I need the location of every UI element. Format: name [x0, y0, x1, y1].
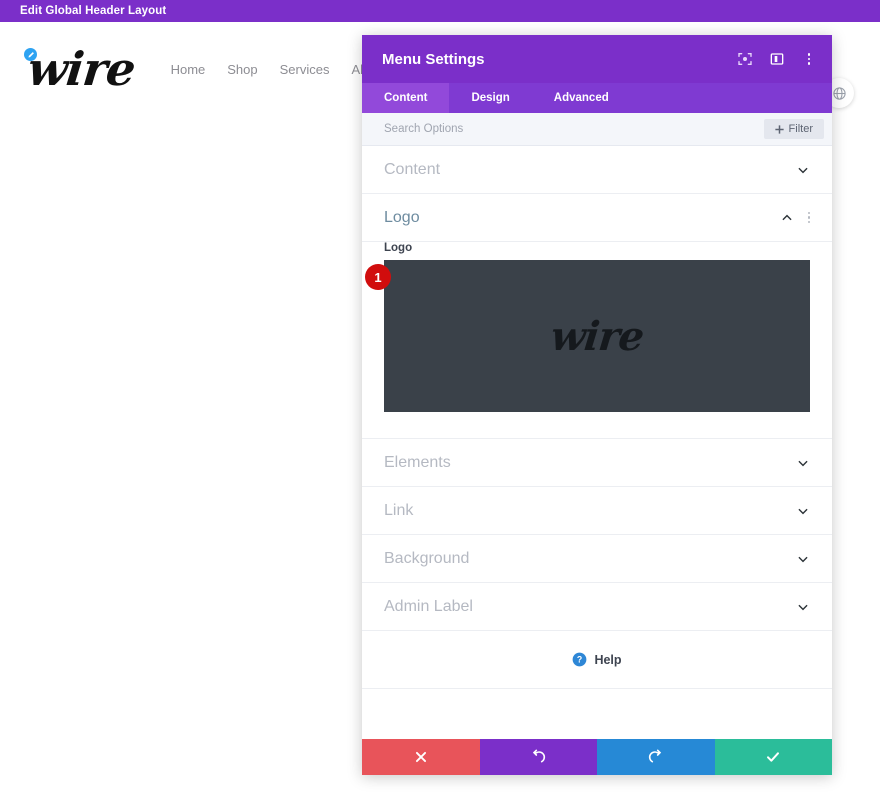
- logo-preview-text: wire: [548, 312, 646, 360]
- section-elements-label: Elements: [384, 453, 451, 471]
- chevron-down-icon[interactable]: [796, 600, 810, 614]
- svg-text:?: ?: [577, 655, 582, 665]
- admin-bar: Edit Global Header Layout: [0, 0, 880, 22]
- chevron-down-icon[interactable]: [796, 456, 810, 470]
- section-background-label: Background: [384, 549, 470, 567]
- nav-item-services[interactable]: Services: [280, 62, 330, 77]
- modal-tabs: Content Design Advanced: [362, 83, 832, 113]
- nav-item-home[interactable]: Home: [171, 62, 206, 77]
- modal-footer: [362, 739, 832, 775]
- chevron-down-icon[interactable]: [796, 552, 810, 566]
- section-link-label: Link: [384, 501, 414, 519]
- chevron-down-icon[interactable]: [796, 504, 810, 518]
- undo-button[interactable]: [479, 739, 597, 775]
- section-content[interactable]: Content: [362, 146, 832, 194]
- section-logo-kebab-icon[interactable]: [807, 211, 810, 224]
- kebab-menu-icon[interactable]: [800, 50, 818, 68]
- menu-settings-modal: Menu Settings Content Design Advanced Se…: [362, 35, 832, 775]
- plus-icon: [774, 124, 784, 134]
- undo-arrow-icon: [533, 749, 546, 763]
- site-logo-text: wire: [25, 42, 138, 96]
- modal-body: Content Logo Logo 1 wire Elements Link B…: [362, 146, 832, 739]
- modal-header-actions: [736, 50, 818, 68]
- filter-label: Filter: [788, 123, 813, 135]
- tab-advanced[interactable]: Advanced: [532, 83, 631, 113]
- logo-section-body: Logo 1 wire: [362, 242, 832, 439]
- nav-item-shop[interactable]: Shop: [227, 62, 257, 77]
- step-badge: 1: [365, 264, 391, 290]
- section-admin-label-label: Admin Label: [384, 597, 473, 615]
- search-input[interactable]: Search Options: [384, 123, 764, 135]
- help-circle-icon: ?: [573, 652, 587, 667]
- section-link[interactable]: Link: [362, 487, 832, 535]
- save-button[interactable]: [714, 739, 832, 775]
- cancel-button[interactable]: [362, 739, 480, 775]
- section-background[interactable]: Background: [362, 535, 832, 583]
- search-bar: Search Options Filter: [362, 113, 832, 146]
- help-label: Help: [594, 652, 622, 667]
- tab-content[interactable]: Content: [362, 83, 450, 113]
- admin-bar-title: Edit Global Header Layout: [20, 5, 167, 17]
- redo-button[interactable]: [597, 739, 715, 775]
- tab-design[interactable]: Design: [449, 83, 531, 113]
- modal-header: Menu Settings: [362, 35, 832, 83]
- focus-target-icon[interactable]: [736, 50, 754, 68]
- chevron-up-icon[interactable]: [780, 211, 794, 225]
- pencil-circle-icon[interactable]: [24, 48, 37, 61]
- close-x-icon: [415, 751, 426, 763]
- check-icon: [767, 752, 780, 762]
- section-content-label: Content: [384, 160, 441, 178]
- chevron-down-icon[interactable]: [796, 163, 810, 177]
- site-brand[interactable]: wire: [22, 42, 138, 96]
- section-admin-label[interactable]: Admin Label: [362, 583, 832, 631]
- filter-button[interactable]: Filter: [763, 119, 824, 139]
- section-logo-label: Logo: [384, 208, 420, 226]
- section-logo[interactable]: Logo: [362, 194, 832, 242]
- modal-title: Menu Settings: [382, 50, 485, 68]
- split-layout-icon[interactable]: [768, 50, 786, 68]
- section-elements[interactable]: Elements: [362, 439, 832, 487]
- redo-arrow-icon: [648, 749, 661, 763]
- logo-field-label: Logo: [384, 242, 413, 254]
- help-row[interactable]: ? Help: [362, 631, 832, 689]
- logo-image-preview[interactable]: wire: [384, 260, 810, 412]
- logo-upload-field[interactable]: 1 wire: [365, 260, 810, 412]
